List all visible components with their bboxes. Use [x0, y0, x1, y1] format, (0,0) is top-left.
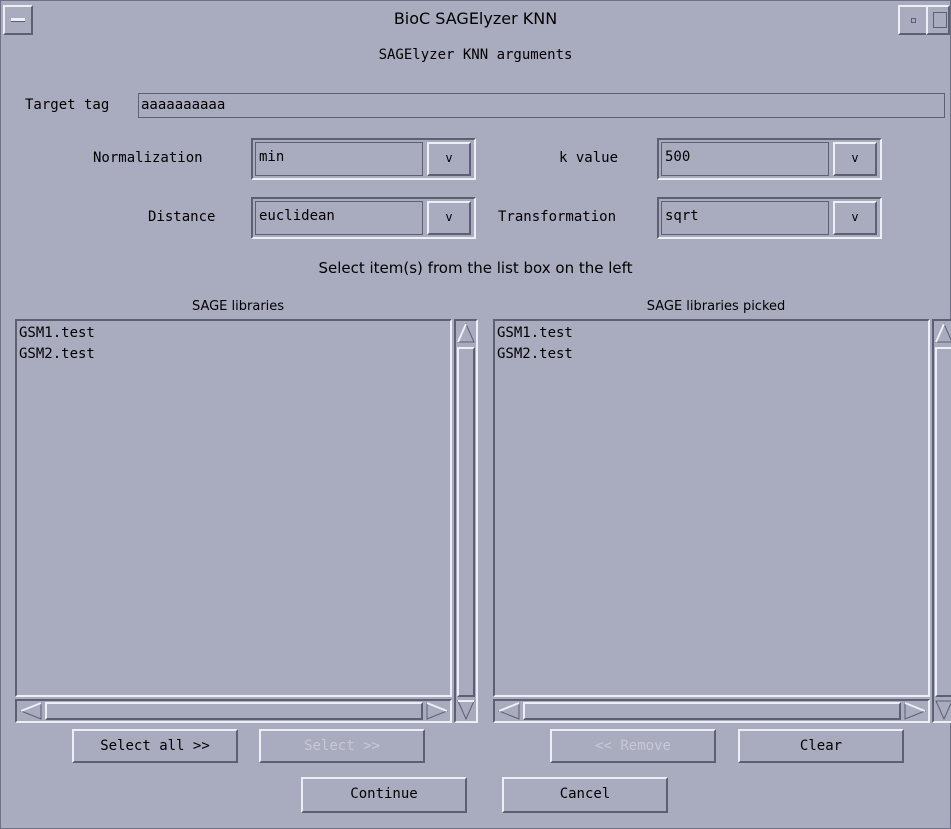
transformation-dropdown-button[interactable]: v [833, 201, 877, 235]
distance-combobox[interactable]: euclidean v [251, 197, 476, 239]
left-horizontal-scroll-thumb[interactable] [45, 702, 423, 720]
clear-button[interactable]: Clear [738, 729, 904, 763]
window-title: BioC SAGElyzer KNN [393, 9, 558, 28]
transformation-field[interactable]: sqrt [661, 201, 829, 235]
minimize-button[interactable] [898, 5, 928, 35]
distance-label: Distance [148, 209, 216, 225]
list-item[interactable]: GSM2.test [17, 344, 447, 365]
remove-button[interactable]: << Remove [550, 729, 716, 763]
scroll-right-arrow-icon[interactable] [903, 702, 927, 720]
list-item[interactable]: GSM2.test [495, 344, 925, 365]
list-item[interactable]: GSM1.test [17, 323, 447, 344]
target-tag-input[interactable]: aaaaaaaaaa [138, 93, 945, 118]
right-listbox[interactable]: GSM1.test GSM2.test [493, 319, 930, 697]
right-horizontal-scroll-thumb[interactable] [523, 702, 901, 720]
chevron-down-icon: v [445, 151, 453, 165]
title-bar[interactable]: BioC SAGElyzer KNN [1, 1, 950, 41]
left-list-header: SAGE libraries [191, 299, 285, 314]
right-list-header: SAGE libraries picked [646, 299, 786, 314]
list-item[interactable]: GSM1.test [495, 323, 925, 344]
distance-value: euclidean [259, 208, 335, 224]
normalization-combobox[interactable]: min v [251, 138, 476, 180]
scroll-up-arrow-icon[interactable] [457, 322, 475, 344]
target-tag-value: aaaaaaaaaa [141, 97, 226, 113]
left-list-items: GSM1.test GSM2.test [17, 323, 447, 365]
chevron-down-icon: v [445, 210, 453, 224]
scroll-down-arrow-icon[interactable] [935, 699, 951, 721]
minimize-icon [911, 18, 916, 23]
normalization-value: min [259, 149, 285, 165]
target-tag-label: Target tag [25, 97, 110, 113]
right-vertical-scrollbar[interactable] [932, 319, 951, 723]
right-horizontal-scrollbar[interactable] [493, 699, 930, 723]
scroll-up-arrow-icon[interactable] [935, 322, 951, 344]
scroll-left-arrow-icon[interactable] [497, 702, 521, 720]
select-button[interactable]: Select >> [259, 729, 425, 763]
normalization-label: Normalization [93, 150, 203, 166]
cancel-button[interactable]: Cancel [502, 777, 668, 813]
normalization-dropdown-button[interactable]: v [427, 142, 471, 176]
distance-dropdown-button[interactable]: v [427, 201, 471, 235]
select-all-button[interactable]: Select all >> [72, 729, 238, 763]
knn-dialog-window: BioC SAGElyzer KNN SAGElyzer KNN argumen… [0, 0, 951, 829]
k-value-dropdown-button[interactable]: v [833, 142, 877, 176]
k-value-field[interactable]: 500 [661, 142, 829, 176]
k-value-combobox[interactable]: 500 v [657, 138, 882, 180]
left-vertical-scrollbar[interactable] [454, 319, 478, 723]
continue-button[interactable]: Continue [301, 777, 467, 813]
scroll-left-arrow-icon[interactable] [19, 702, 43, 720]
right-vertical-scroll-thumb[interactable] [935, 347, 951, 697]
chevron-down-icon: v [851, 210, 859, 224]
maximize-icon [933, 12, 947, 28]
transformation-value: sqrt [665, 208, 699, 224]
distance-field[interactable]: euclidean [255, 201, 423, 235]
transformation-label: Transformation [498, 209, 617, 225]
right-list-items: GSM1.test GSM2.test [495, 323, 925, 365]
instruction-text: Select item(s) from the list box on the … [318, 259, 633, 277]
left-listbox[interactable]: GSM1.test GSM2.test [15, 319, 452, 697]
normalization-field[interactable]: min [255, 142, 423, 176]
k-value-label: k value [559, 150, 619, 166]
left-vertical-scroll-thumb[interactable] [457, 347, 475, 697]
left-horizontal-scrollbar[interactable] [15, 699, 452, 723]
dialog-subtitle: SAGElyzer KNN arguments [378, 47, 573, 63]
maximize-button[interactable] [926, 5, 950, 35]
scroll-right-arrow-icon[interactable] [425, 702, 449, 720]
k-value-value: 500 [665, 149, 691, 165]
chevron-down-icon: v [851, 151, 859, 165]
transformation-combobox[interactable]: sqrt v [657, 197, 882, 239]
scroll-down-arrow-icon[interactable] [457, 699, 475, 721]
